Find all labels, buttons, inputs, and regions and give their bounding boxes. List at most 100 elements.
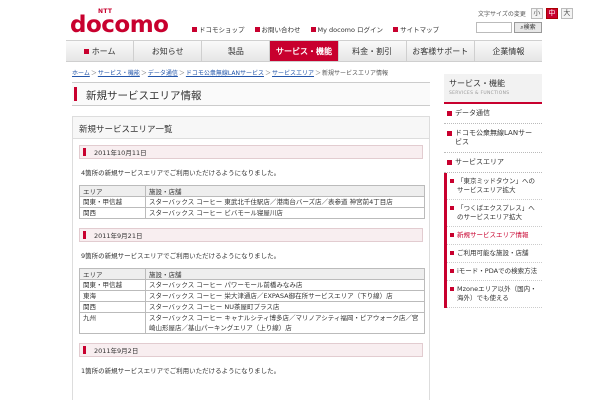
sidebar-title: サービス・機能: [449, 79, 505, 88]
venue-cell: スターバックス コーヒー パワーモール前橋みなみ店: [145, 279, 425, 291]
breadcrumb-services[interactable]: サービス・機能: [98, 70, 140, 77]
table-row: 関東・甲信越 スターバックス コーヒー パワーモール前橋みなみ店: [79, 279, 425, 291]
docomo-logo[interactable]: NTT docomo: [70, 8, 180, 38]
breadcrumb-wlan[interactable]: ドコモ公衆無線LANサービス: [186, 70, 264, 77]
bullet-icon: [450, 269, 454, 273]
area-table: エリア 施設・店舗 関東・甲信越 スターバックス コーヒー 東武北千住駅店／港南台バ…: [79, 185, 425, 219]
logo-docomo: docomo: [70, 12, 169, 38]
area-cell: 東海: [79, 290, 146, 302]
top-link-label: ドコモショップ: [199, 26, 245, 34]
sidebar-subitem-outside-mzone[interactable]: Mzoneエリア以外（国内・海外）でも使える: [447, 281, 542, 308]
font-size-label: 文字サイズの変更: [478, 11, 526, 18]
area-cell: 九州: [79, 312, 146, 334]
nav-corporate[interactable]: 企業情報: [474, 41, 542, 61]
area-cell: 関西: [79, 301, 146, 313]
global-nav: ホーム お知らせ 製品 サービス・機能 料金・割引 お客様サポート 企業情報: [66, 40, 542, 62]
table-row: 東海 スターバックス コーヒー 栄大津通店／EXPASA御在所サービスエリア（下り…: [79, 290, 425, 302]
top-link-label: サイトマップ: [400, 26, 440, 34]
bullet-icon: [450, 287, 454, 291]
table-row: 九州 スターバックス コーヒー キャナルシティ博多店／マリノアシティ福岡・ピアウォ…: [79, 312, 425, 334]
sidebar-item-label: ドコモ公衆無線LANサービス: [455, 129, 533, 146]
breadcrumb: ホーム＞サービス・機能＞データ通信＞ドコモ公衆無線LANサービス＞サービスエリア…: [72, 70, 389, 77]
nav-label: ホーム: [91, 46, 116, 56]
bullet-icon: [450, 233, 454, 237]
area-cell: 関東・甲信越: [79, 279, 146, 291]
search-input[interactable]: [476, 22, 512, 33]
font-size-medium-button[interactable]: 中: [545, 8, 558, 19]
sidebar-subitem-label: 新規サービスエリア情報: [457, 231, 529, 239]
venue-cell: スターバックス コーヒー 栄大津通店／EXPASA御在所サービスエリア（下り線）…: [145, 290, 425, 302]
breadcrumb-home[interactable]: ホーム: [72, 70, 90, 77]
home-icon: [83, 48, 89, 54]
search-button[interactable]: ⌕検索: [514, 22, 542, 33]
section-title: 新規サービスエリア一覧: [73, 117, 429, 139]
sidebar-subitem-facilities[interactable]: ご利用可能な施設・店舗: [447, 245, 542, 263]
venue-cell: スターバックス コーヒー NU茶屋町プラス店: [145, 301, 425, 313]
bullet-icon: [447, 111, 452, 116]
col-venue-header: 施設・店舗: [145, 185, 425, 197]
breadcrumb-area[interactable]: サービスエリア: [272, 70, 314, 77]
table-row: 関西 スターバックス コーヒー NU茶屋町プラス店: [79, 301, 425, 313]
group-intro: 1箇所の新規サービスエリアでご利用いただけるようになりました。: [81, 367, 281, 375]
venue-cell: スターバックス コーヒー 東武北千住駅店／港南台バーズ店／表参道 神宮前4丁目店: [145, 196, 425, 208]
col-venue-header: 施設・店舗: [145, 268, 425, 280]
font-size-small-button[interactable]: 小: [530, 8, 543, 19]
sidebar-item-area[interactable]: サービスエリア: [444, 153, 542, 173]
col-area-header: エリア: [79, 185, 146, 197]
date-header: 2011年9月2日: [79, 343, 423, 357]
sidebar-item-label: サービスエリア: [455, 158, 504, 166]
bullet-icon: [447, 131, 452, 136]
group-intro: 9箇所の新規サービスエリアでご利用いただけるようになりました。: [81, 252, 281, 260]
top-link-contact[interactable]: お問い合わせ: [254, 24, 301, 34]
breadcrumb-data[interactable]: データ通信: [148, 70, 178, 77]
bullet-icon: [192, 26, 197, 32]
bullet-icon: [447, 160, 452, 165]
area-table: エリア 施設・店舗 関東・甲信越 スターバックス コーヒー パワーモール前橋みなみ店…: [79, 268, 425, 334]
bullet-icon: [310, 26, 316, 32]
sidebar-subitem-midtown[interactable]: 「東京ミッドタウン」へのサービスエリア拡大: [447, 173, 542, 200]
breadcrumb-current: 新規サービスエリア情報: [322, 70, 389, 77]
date-label: 2011年9月21日: [94, 232, 143, 240]
nav-news[interactable]: お知らせ: [134, 41, 203, 61]
nav-services[interactable]: サービス・機能: [270, 41, 339, 61]
font-size-large-button[interactable]: 大: [560, 8, 573, 19]
sidebar-subitem-label: 「東京ミッドタウン」へのサービスエリア拡大: [457, 177, 535, 194]
sidebar-submenu: 「東京ミッドタウン」へのサービスエリア拡大 「つくばエクスプレス」へのサービスエ…: [444, 173, 542, 308]
nav-pricing[interactable]: 料金・割引: [338, 41, 407, 61]
sidebar-item-wlan[interactable]: ドコモ公衆無線LANサービス: [444, 124, 542, 153]
sidebar-item-data[interactable]: データ通信: [444, 104, 542, 124]
search-button-label: 検索: [523, 24, 536, 31]
date-marker-icon: [83, 148, 86, 156]
nav-products[interactable]: 製品: [202, 41, 271, 61]
table-row: 関東・甲信越 スターバックス コーヒー 東武北千住駅店／港南台バーズ店／表参道 神…: [79, 196, 425, 208]
top-link-sitemap[interactable]: サイトマップ: [393, 24, 439, 34]
date-label: 2011年10月11日: [94, 149, 147, 157]
area-cell: 関西: [79, 207, 146, 219]
bullet-icon: [450, 251, 454, 255]
bullet-icon: [450, 179, 454, 183]
top-link-mydocomo[interactable]: My docomo ログイン: [310, 24, 384, 34]
font-size-control: 文字サイズの変更 小 中 大: [478, 8, 573, 19]
table-header-row: エリア 施設・店舗: [79, 268, 425, 280]
page-title: 新規サービスエリア情報: [86, 90, 202, 102]
nav-support[interactable]: お客様サポート: [406, 41, 475, 61]
top-link-shop[interactable]: ドコモショップ: [192, 24, 245, 34]
date-header: 2011年10月11日: [79, 145, 423, 159]
sidebar-item-label: データ通信: [455, 109, 490, 117]
bullet-icon: [254, 26, 260, 32]
nav-home[interactable]: ホーム: [66, 41, 135, 61]
date-marker-icon: [83, 231, 86, 239]
date-header: 2011年9月21日: [79, 228, 423, 242]
site-search: ⌕検索: [476, 22, 542, 33]
sidebar-subitem-new-areas[interactable]: 新規サービスエリア情報: [447, 227, 542, 245]
date-label: 2011年9月2日: [94, 347, 139, 355]
page-title-box: 新規サービスエリア情報: [72, 82, 430, 106]
main-content: 新規サービスエリア一覧 2011年10月11日 4箇所の新規サービスエリアでご利…: [72, 116, 430, 400]
sidebar-subitem-label: 「つくばエクスプレス」へのサービスエリア拡大: [457, 204, 535, 221]
sidebar-subitem-tsukuba[interactable]: 「つくばエクスプレス」へのサービスエリア拡大: [447, 200, 542, 227]
bullet-icon: [393, 26, 399, 32]
sidebar-subitem-imode-search[interactable]: iモード・PDAでの検索方法: [447, 263, 542, 281]
top-link-label: My docomo ログイン: [317, 26, 384, 34]
sidebar: サービス・機能 SERVICES & FUNCTIONS データ通信 ドコモ公衆…: [444, 74, 542, 308]
sidebar-subitem-label: ご利用可能な施設・店舗: [457, 249, 529, 257]
